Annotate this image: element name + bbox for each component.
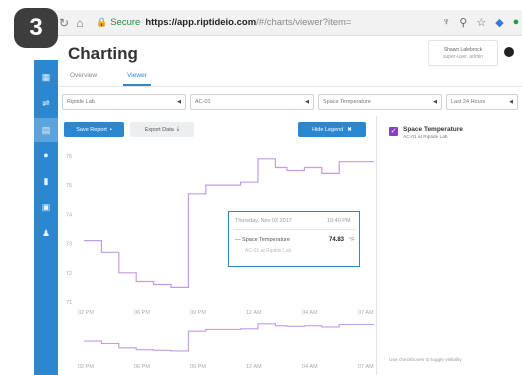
caret-left-icon: ◀	[433, 99, 437, 105]
tooltip-series: — Space Temperature	[235, 237, 290, 243]
secure-label: Secure	[110, 17, 141, 28]
tab-overview[interactable]: Overview	[66, 70, 101, 86]
charting-icon[interactable]: ▤	[34, 118, 58, 142]
site-select[interactable]: Riptide Lab ◀	[62, 94, 186, 110]
overview-x-tick-label: 09 PM	[190, 364, 206, 370]
user-role: super-user, admin	[442, 54, 484, 60]
x-tick-label: 02 PM	[78, 310, 94, 316]
save-report-button[interactable]: Save Report ▪	[64, 122, 124, 137]
tooltip-value: 74.83	[329, 237, 345, 243]
extension-icon[interactable]: ◆	[495, 16, 503, 29]
download-icon: ⤓	[176, 126, 180, 132]
tooltip-date: Thursday, Nov 02 2017	[235, 218, 292, 224]
caret-left-icon: ◀	[509, 99, 513, 105]
avatar[interactable]	[504, 47, 514, 57]
legend-hint: Use checkboxes to toggle visibility	[389, 358, 462, 363]
overview-x-tick-label: 07 AM	[358, 364, 374, 370]
tooltip-series-name: Space Temperature	[242, 237, 290, 243]
address-bar[interactable]: 🔒 Secure https://app.riptideio.com /#/ch…	[96, 14, 430, 32]
legend-series-source: AC-01 at Riptide Lab	[403, 135, 448, 140]
caret-left-icon: ◀	[305, 99, 309, 105]
tooltip-divider	[233, 229, 355, 230]
chart-tooltip: Thursday, Nov 02 2017 10:40 PM — Space T…	[228, 211, 360, 267]
user-name: Shawn Lalebrock	[443, 47, 483, 53]
filter-bar: Riptide Lab ◀ AC-01 ◀ Space Temperature …	[62, 94, 522, 110]
tab-viewer[interactable]: Viewer	[123, 70, 151, 86]
chart-panel: Save Report ▪ Export Data ⤓ Hide Legend …	[58, 116, 376, 375]
overview-x-tick-label: 06 PM	[134, 364, 150, 370]
key-icon[interactable]: ♆	[442, 16, 450, 29]
x-tick-label: 04 AM	[302, 310, 318, 316]
url-path: /#/charts/viewer?item=	[256, 17, 352, 28]
step-badge: 3	[14, 8, 58, 48]
app-sidebar: ▦ ⇌ ▤ ● ▮ ▣ ♟	[34, 60, 58, 375]
export-data-label: Export Data	[144, 126, 174, 133]
tooltip-unit: °F	[349, 237, 355, 243]
y-tick-label: 75	[66, 183, 72, 189]
home-icon[interactable]: ⌂	[72, 16, 88, 30]
y-tick-label: 71	[66, 300, 72, 306]
y-tick-label: 74	[66, 212, 72, 218]
hide-legend-button[interactable]: Hide Legend ✖	[298, 122, 366, 137]
overview-x-tick-label: 12 AM	[246, 364, 262, 370]
tooltip-source: AC-01 at Riptide Lab	[245, 248, 292, 254]
tab-bar: Overview Viewer	[66, 70, 151, 86]
legend-series-name: Space Temperature	[403, 126, 463, 133]
page-title: Charting	[68, 44, 138, 63]
point-select[interactable]: Space Temperature ◀	[318, 94, 442, 110]
x-tick-label: 09 PM	[190, 310, 206, 316]
caret-left-icon: ◀	[177, 99, 181, 105]
extension-icon[interactable]: ●	[513, 16, 520, 29]
y-tick-label: 72	[66, 271, 72, 277]
export-data-button[interactable]: Export Data ⤓	[130, 122, 194, 137]
users-icon[interactable]: ♟	[34, 226, 58, 240]
alarm-icon[interactable]: ●	[34, 148, 58, 162]
close-icon: ✖	[347, 126, 352, 133]
device-select[interactable]: AC-01 ◀	[190, 94, 314, 110]
series-checkbox[interactable]: ✓	[389, 127, 398, 136]
legend-panel: ✓ Space Temperature AC-01 at Riptide Lab…	[376, 116, 522, 375]
browser-toolbar: ‹ ↻ ⌂ 🔒 Secure https://app.riptideio.com…	[40, 10, 522, 36]
x-tick-label: 07 AM	[358, 310, 374, 316]
hide-legend-label: Hide Legend	[312, 126, 344, 133]
lock-icon: 🔒	[96, 17, 108, 27]
y-tick-label: 73	[66, 242, 72, 248]
y-tick-label: 76	[66, 154, 72, 160]
reload-icon[interactable]: ↻	[56, 16, 72, 30]
tooltip-time: 10:40 PM	[327, 218, 351, 224]
save-icon: ▪	[109, 126, 112, 133]
zoom-icon[interactable]: ⚲	[459, 16, 467, 29]
main-content: Charting Shawn Lalebrock super-user, adm…	[58, 36, 522, 375]
site-select-value: Riptide Lab	[67, 99, 95, 105]
reports-icon[interactable]: ▣	[34, 200, 58, 214]
bookmark-star-icon[interactable]: ☆	[476, 16, 486, 29]
legend-item[interactable]: ✓ Space Temperature AC-01 at Riptide Lab	[389, 124, 519, 146]
x-tick-label: 06 PM	[134, 310, 150, 316]
tab-divider	[58, 86, 522, 87]
overview-series-line[interactable]	[84, 323, 374, 352]
screenshot-frame: 3 ‹ ↻ ⌂ 🔒 Secure https://app.riptideio.c…	[0, 0, 522, 375]
save-report-label: Save Report	[76, 126, 107, 133]
overview-x-tick-label: 04 AM	[302, 364, 318, 370]
point-select-value: Space Temperature	[323, 99, 371, 105]
controls-icon[interactable]: ⇌	[34, 96, 58, 110]
range-select-value: Last 24 Hours	[451, 99, 486, 105]
dashboard-icon[interactable]: ▦	[34, 70, 58, 84]
range-select[interactable]: Last 24 Hours ◀	[446, 94, 518, 110]
url-host: https://app.riptideio.com	[145, 17, 257, 28]
document-icon[interactable]: ▮	[34, 174, 58, 188]
x-tick-label: 12 AM	[246, 310, 262, 316]
user-menu[interactable]: Shawn Lalebrock super-user, admin	[428, 40, 498, 66]
overview-x-tick-label: 02 PM	[78, 364, 94, 370]
device-select-value: AC-01	[195, 99, 211, 105]
